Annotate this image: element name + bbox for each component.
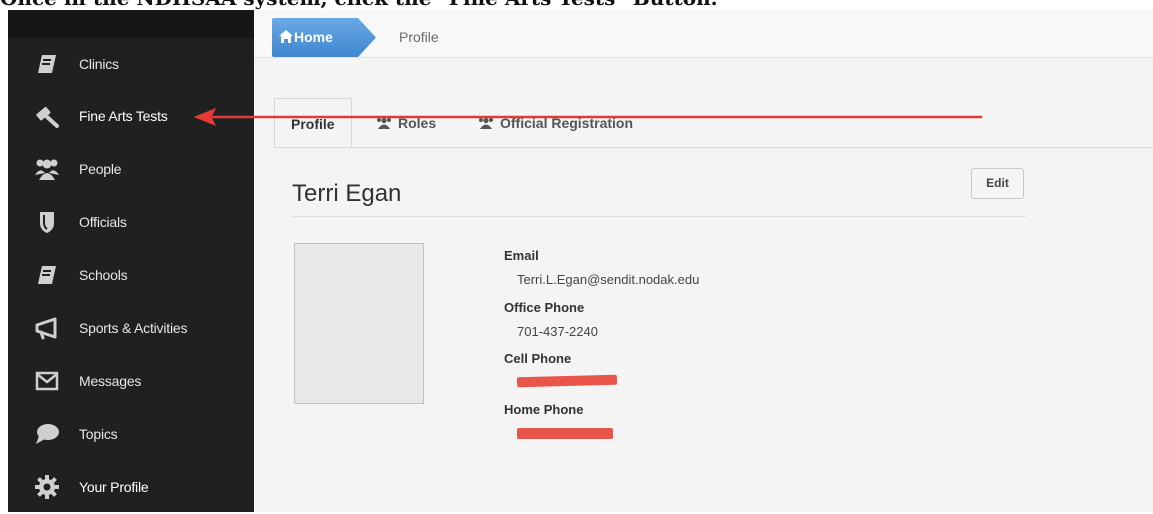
tab-label: Official Registration bbox=[500, 115, 634, 131]
sidebar-item-clinics[interactable]: Clinics bbox=[8, 38, 254, 91]
speech-bubble-icon bbox=[34, 421, 60, 447]
sidebar-item-people[interactable]: People bbox=[8, 143, 254, 196]
profile-name: Terri Egan bbox=[292, 180, 402, 207]
tab-label: Roles bbox=[398, 115, 437, 131]
cell-phone-label: Cell Phone bbox=[504, 351, 572, 366]
tab-profile[interactable]: Profile bbox=[274, 98, 352, 147]
breadcrumb: Home Profile bbox=[254, 10, 1153, 58]
sidebar-item-schools[interactable]: Schools bbox=[8, 249, 254, 302]
sidebar-item-officials[interactable]: Officials bbox=[8, 196, 254, 249]
office-phone-value: 701-437-2240 bbox=[517, 324, 598, 339]
sidebar-item-fine-arts-tests[interactable]: Fine Arts Tests bbox=[8, 90, 254, 143]
tab-official-registration[interactable]: Official Registration bbox=[478, 98, 633, 147]
profile-photo-placeholder bbox=[294, 243, 424, 404]
tab-roles[interactable]: Roles bbox=[376, 98, 436, 147]
cell-phone-redacted bbox=[516, 374, 618, 388]
tab-bar: Profile Roles Official Registration bbox=[274, 98, 1153, 148]
edit-button[interactable]: Edit bbox=[971, 168, 1024, 199]
sidebar-item-label: Officials bbox=[79, 214, 127, 230]
sidebar-item-messages[interactable]: Messages bbox=[8, 355, 254, 408]
sidebar-item-label: Schools bbox=[79, 267, 128, 283]
sidebar-item-label: Messages bbox=[79, 373, 142, 389]
sidebar-item-your-profile[interactable]: Your Profile bbox=[8, 461, 254, 514]
gear-icon bbox=[34, 474, 60, 500]
email-label: Email bbox=[504, 248, 539, 263]
sidebar-item-label: Fine Arts Tests bbox=[79, 108, 168, 124]
breadcrumb-current: Profile bbox=[399, 29, 439, 45]
home-phone-redacted bbox=[517, 428, 613, 439]
sidebar-item-sports-activities[interactable]: Sports & Activities bbox=[8, 302, 254, 355]
book-icon bbox=[34, 262, 60, 288]
email-value: Terri.L.Egan@sendit.nodak.edu bbox=[517, 272, 700, 287]
book-icon bbox=[34, 51, 60, 77]
tab-label: Profile bbox=[291, 116, 335, 132]
group-icon bbox=[376, 116, 392, 132]
shield-icon bbox=[34, 209, 60, 235]
divider bbox=[292, 216, 1026, 217]
group-icon bbox=[34, 156, 60, 182]
group-icon bbox=[478, 116, 494, 132]
office-phone-label: Office Phone bbox=[504, 300, 585, 315]
sidebar-item-label: Sports & Activities bbox=[79, 320, 188, 336]
envelope-icon bbox=[34, 368, 60, 394]
sidebar-top-shade bbox=[8, 10, 254, 38]
sidebar-item-topics[interactable]: Topics bbox=[8, 408, 254, 461]
breadcrumb-home-link[interactable]: Home bbox=[294, 18, 333, 57]
sidebar-nav: Clinics Fine Arts Tests People Officials… bbox=[8, 10, 254, 512]
sidebar-item-label: Clinics bbox=[79, 56, 119, 72]
main-content: Home Profile Profile Roles Official Regi… bbox=[254, 10, 1153, 512]
home-icon bbox=[279, 30, 293, 48]
sidebar-item-label: Your Profile bbox=[79, 479, 149, 495]
home-phone-label: Home Phone bbox=[504, 402, 584, 417]
megaphone-icon bbox=[34, 315, 60, 341]
sidebar-item-label: People bbox=[79, 161, 122, 177]
gavel-icon bbox=[34, 103, 60, 129]
sidebar-item-label: Topics bbox=[79, 426, 118, 442]
